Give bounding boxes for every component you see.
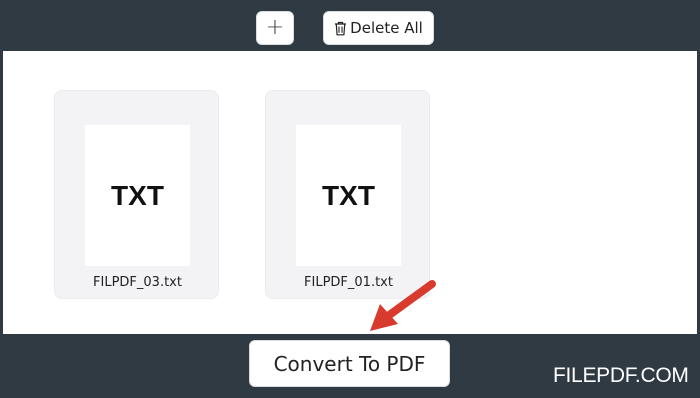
trash-icon: [335, 21, 347, 35]
convert-label: Convert To PDF: [273, 351, 426, 376]
file-thumbnail: TXT: [85, 125, 190, 266]
file-name: FILPDF_03.txt: [93, 275, 182, 290]
top-toolbar: + Delete All: [0, 0, 700, 51]
arrow-pointer-icon: [370, 280, 436, 331]
file-card[interactable]: TXT FILPDF_01.txt: [265, 90, 430, 299]
delete-all-label: Delete All: [350, 19, 423, 37]
add-file-button[interactable]: +: [256, 11, 294, 45]
file-type-label: TXT: [111, 179, 164, 211]
file-type-label: TXT: [322, 179, 375, 211]
plus-icon: +: [265, 15, 285, 40]
file-workspace: TXT FILPDF_03.txt TXT FILPDF_01.txt: [3, 51, 697, 334]
file-card[interactable]: TXT FILPDF_03.txt: [54, 90, 219, 299]
delete-all-button[interactable]: Delete All: [323, 11, 434, 45]
watermark-logo: FILEPDF.COM: [553, 364, 689, 387]
file-thumbnail: TXT: [296, 125, 401, 266]
convert-to-pdf-button[interactable]: Convert To PDF: [249, 340, 450, 387]
